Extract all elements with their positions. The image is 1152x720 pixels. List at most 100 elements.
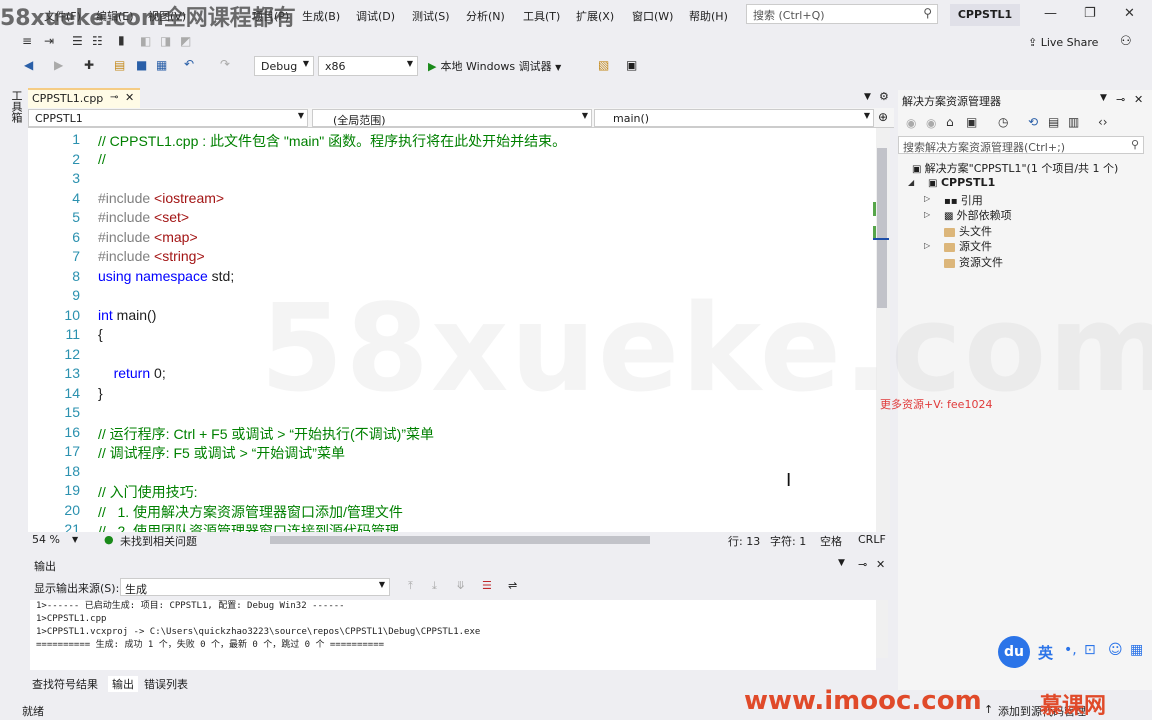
code-line[interactable]: // 调试程序: F5 或调试 > “开始调试”菜单 xyxy=(98,443,345,463)
gear-icon[interactable]: ⚙ xyxy=(879,90,889,103)
code-line[interactable]: // xyxy=(98,151,106,167)
open-icon[interactable]: ▤ xyxy=(114,58,125,72)
ime-toolbox-icon[interactable]: ⊡ xyxy=(1084,642,1096,658)
find-in-files-icon[interactable]: ▧ xyxy=(598,58,609,72)
collapsed-arrow-icon[interactable]: ▷ xyxy=(924,241,930,250)
format-icon[interactable]: ≡ xyxy=(22,34,32,48)
project-scope-select[interactable]: CPPSTL1 ▼ xyxy=(28,109,308,127)
tree-item-header-files[interactable]: 头文件 xyxy=(944,223,992,239)
zoom-level[interactable]: 54 % xyxy=(32,533,60,546)
menu-build[interactable]: 生成(B) xyxy=(302,8,340,24)
new-project-icon[interactable]: ✚ xyxy=(84,58,94,72)
close-icon[interactable]: ✕ xyxy=(1124,6,1135,21)
solution-node[interactable]: ▣ 解决方案"CPPSTL1"(1 个项目/共 1 个) xyxy=(912,160,1118,176)
indent-icon[interactable]: ⇥ xyxy=(44,34,54,48)
menu-test[interactable]: 测试(S) xyxy=(412,8,450,24)
code-line[interactable]: // 运行程序: Ctrl + F5 或调试 > “开始执行(不调试)”菜单 xyxy=(98,424,434,444)
close-panel-icon[interactable]: ✕ xyxy=(876,558,885,571)
code-line[interactable]: // 入门使用技巧: xyxy=(98,482,198,502)
output-text[interactable]: 1>------ 已启动生成: 项目: CPPSTL1, 配置: Debug W… xyxy=(30,600,876,670)
menu-analyze[interactable]: 分析(N) xyxy=(466,8,505,24)
code-line[interactable]: // 1. 使用解决方案资源管理器窗口添加/管理文件 xyxy=(98,502,403,522)
upload-icon[interactable]: ↑ xyxy=(984,703,993,716)
tab-list-icon[interactable]: ▼ xyxy=(864,92,871,102)
ime-menu-icon[interactable]: ▦ xyxy=(1130,642,1143,658)
undo-icon[interactable]: ↶ xyxy=(184,57,194,71)
tab-cppstl1-cpp[interactable]: CPPSTL1.cpp ⊸ ✕ xyxy=(28,88,140,108)
home-icon[interactable]: ⌂ xyxy=(946,115,954,129)
forward-icon[interactable]: ◉ xyxy=(926,116,936,130)
clear-all-icon[interactable]: ☰ xyxy=(482,579,492,592)
ime-skin-icon[interactable]: ☺ xyxy=(1108,642,1123,658)
ime-language-toggle[interactable]: 英 xyxy=(1038,642,1053,663)
start-debugging-button[interactable]: ▶ 本地 Windows 调试器 ▼ xyxy=(428,58,561,74)
toolbox-tab[interactable]: 工具箱 xyxy=(0,88,28,700)
expanded-arrow-icon[interactable]: ◢ xyxy=(908,178,914,187)
live-share-button[interactable]: ⇪ Live Share xyxy=(1028,36,1098,49)
tab-error-list[interactable]: 错误列表 xyxy=(144,676,188,692)
redo-icon[interactable]: ↷ xyxy=(220,57,230,71)
prev-message-icon[interactable]: ⤒ xyxy=(408,579,413,593)
split-editor-icon[interactable]: ⊕ xyxy=(878,110,888,124)
collapsed-arrow-icon[interactable]: ▷ xyxy=(924,194,930,203)
comment-icon[interactable]: ☰ xyxy=(72,34,83,48)
menu-window[interactable]: 窗口(W) xyxy=(632,8,673,24)
tab-find-symbol-results[interactable]: 查找符号结果 xyxy=(32,676,98,692)
tree-item-resource-files[interactable]: 资源文件 xyxy=(944,254,1003,270)
find-message-icon[interactable]: ⤋ xyxy=(456,579,465,592)
pin-icon[interactable]: ⊸ xyxy=(1116,93,1125,106)
back-icon[interactable]: ◉ xyxy=(906,116,916,130)
issues-status[interactable]: 未找到相关问题 xyxy=(120,533,197,549)
close-panel-icon[interactable]: ✕ xyxy=(1134,93,1143,106)
close-tab-icon[interactable]: ✕ xyxy=(125,91,134,104)
menu-debug[interactable]: 调试(D) xyxy=(356,8,395,24)
pending-changes-icon[interactable]: ◷ xyxy=(998,115,1008,129)
menu-extensions[interactable]: 扩展(X) xyxy=(576,8,614,24)
switch-views-icon[interactable]: ▣ xyxy=(966,115,977,129)
tree-item-references[interactable]: ▪▪ 引用 xyxy=(944,192,983,208)
ime-punctuation-icon[interactable]: •, xyxy=(1064,642,1077,658)
solution-search-input[interactable]: 搜索解决方案资源管理器(Ctrl+;) ⚲ xyxy=(898,136,1144,154)
clear-bookmark-icon[interactable]: ◩ xyxy=(180,34,191,48)
code-line[interactable]: #include <string> xyxy=(98,248,205,264)
chevron-down-icon[interactable]: ▼ xyxy=(1100,93,1107,103)
menu-help[interactable]: 帮助(H) xyxy=(689,8,728,24)
next-bookmark-icon[interactable]: ◨ xyxy=(160,34,171,48)
function-select[interactable]: main() ▼ xyxy=(594,109,874,127)
back-icon[interactable]: ◀ xyxy=(24,58,33,72)
code-line[interactable]: int main() xyxy=(98,307,156,323)
bookmark-icon[interactable]: ▮ xyxy=(118,33,125,47)
code-line[interactable]: #include <map> xyxy=(98,229,198,245)
next-message-icon[interactable]: ⤓ xyxy=(432,579,437,593)
menu-tools[interactable]: 工具(T) xyxy=(523,8,560,24)
code-line[interactable]: using namespace std; xyxy=(98,268,234,284)
code-line[interactable]: #include <iostream> xyxy=(98,190,224,206)
word-wrap-icon[interactable]: ⇌ xyxy=(508,579,517,592)
horizontal-scroll-thumb[interactable] xyxy=(270,536,650,544)
baidu-ime-icon[interactable]: du xyxy=(998,636,1030,668)
output-source-select[interactable]: 生成 ▼ xyxy=(120,578,390,596)
chevron-down-icon[interactable]: ▼ xyxy=(72,535,78,544)
prev-bookmark-icon[interactable]: ◧ xyxy=(140,34,151,48)
project-node[interactable]: ▣ CPPSTL1 xyxy=(928,176,995,189)
code-view-icon[interactable]: ‹› xyxy=(1098,115,1108,129)
collapsed-arrow-icon[interactable]: ▷ xyxy=(924,210,930,219)
output-scrollbar[interactable] xyxy=(876,600,888,658)
pin-icon[interactable]: ⊸ xyxy=(110,92,118,103)
screenshot-icon[interactable]: ▣ xyxy=(626,58,637,72)
code-line[interactable]: return 0; xyxy=(98,365,166,381)
code-line[interactable]: #include <set> xyxy=(98,209,189,225)
platform-select[interactable]: x86 ▼ xyxy=(318,56,418,76)
forward-icon[interactable]: ▶ xyxy=(54,58,63,72)
save-all-icon[interactable]: ▦ xyxy=(156,58,167,72)
show-all-files-icon[interactable]: ▥ xyxy=(1068,115,1079,129)
chevron-down-icon[interactable]: ▼ xyxy=(838,558,845,568)
code-line[interactable]: // CPPSTL1.cpp : 此文件包含 "main" 函数。程序执行将在此… xyxy=(98,131,566,151)
config-select[interactable]: Debug ▼ xyxy=(254,56,314,76)
tab-output[interactable]: 输出 xyxy=(108,676,138,692)
search-input[interactable]: 搜索 (Ctrl+Q) ⚲ xyxy=(746,4,938,24)
pin-icon[interactable]: ⊸ xyxy=(858,558,867,571)
save-icon[interactable]: ■ xyxy=(136,58,147,72)
minimize-icon[interactable]: — xyxy=(1044,6,1057,21)
sync-icon[interactable]: ⟲ xyxy=(1028,115,1038,129)
